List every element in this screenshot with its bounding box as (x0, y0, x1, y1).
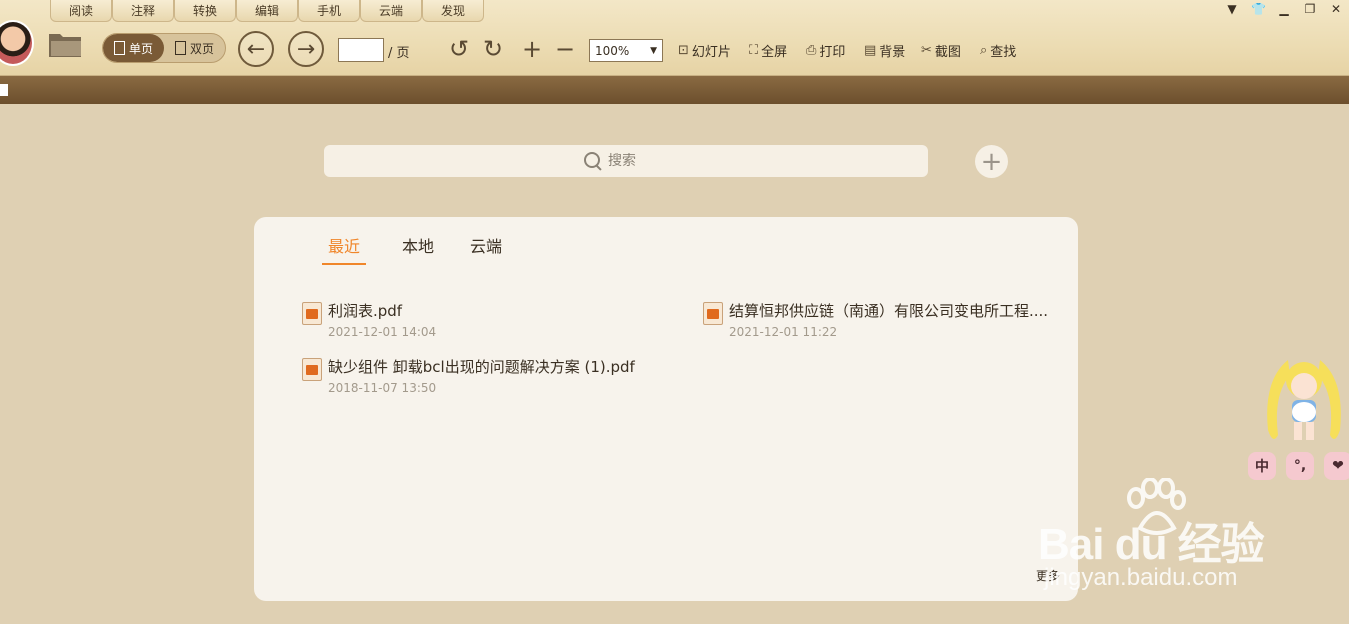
file-name: 缺少组件 卸载bcl出现的问题解决方案 (1).pdf (328, 358, 635, 376)
recent-files-panel: 最近 本地 云端 利润表.pdf 2021-12-01 14:04 结算恒邦供应… (254, 217, 1078, 601)
chevron-down-icon: ▼ (650, 45, 657, 56)
add-file-button[interactable]: + (975, 145, 1008, 178)
previous-page-button[interactable]: ← (238, 31, 274, 67)
plus-icon: + (980, 146, 1003, 177)
status-bar (0, 76, 1349, 104)
file-name: 结算恒邦供应链（南通）有限公司变电所工程.... (729, 302, 1049, 320)
close-icon[interactable]: ✕ (1329, 2, 1343, 16)
menu-tab-edit[interactable]: 编辑 (236, 0, 298, 22)
ime-chinese-button[interactable]: 中 (1248, 452, 1276, 480)
pdf-file-icon (302, 302, 322, 325)
window-controls: ▼ 👕 ▁ ❐ ✕ (1225, 2, 1343, 16)
tab-cloud[interactable]: 云端 (470, 233, 502, 265)
page-suffix: / 页 (388, 46, 410, 61)
file-date: 2021-12-01 11:22 (729, 325, 838, 339)
slideshow-button[interactable]: ⊡ 幻灯片 (678, 41, 731, 60)
single-page-icon (113, 41, 125, 55)
menu-tab-cloud[interactable]: 云端 (360, 0, 422, 22)
screenshot-label: 截图 (934, 45, 961, 60)
tab-recent[interactable]: 最近 (322, 233, 367, 265)
view-mode-toggle: 单页 双页 (102, 33, 226, 63)
zoom-out-icon[interactable]: − (552, 34, 578, 64)
menu-tab-mobile[interactable]: 手机 (298, 0, 360, 22)
open-folder-icon[interactable] (48, 30, 82, 58)
pdf-file-icon (703, 302, 723, 325)
arrow-left-icon: ← (246, 36, 266, 62)
tab-local[interactable]: 本地 (402, 233, 434, 265)
mascot-character-icon (1267, 360, 1341, 440)
double-page-icon (174, 41, 186, 55)
list-item[interactable]: 结算恒邦供应链（南通）有限公司变电所工程.... 2021-12-01 11:2… (703, 300, 1048, 339)
fullscreen-button[interactable]: ⛶ 全屏 (749, 41, 787, 60)
library-tabs: 最近 本地 云端 (322, 233, 502, 265)
zoom-value: 100% (595, 43, 630, 58)
slideshow-label: 幻灯片 (691, 45, 731, 60)
search-icon (584, 152, 602, 170)
menu-tab-read[interactable]: 阅读 (50, 0, 112, 22)
menu-tab-convert[interactable]: 转换 (174, 0, 236, 22)
pdf-file-icon (302, 358, 322, 381)
menu-tab-annotate[interactable]: 注释 (112, 0, 174, 22)
search-icon: ⌕ (980, 43, 988, 58)
single-page-button[interactable]: 单页 (103, 34, 164, 62)
ime-punctuation-button[interactable]: °, (1286, 452, 1314, 480)
fullscreen-icon: ⛶ (749, 43, 759, 58)
next-page-button[interactable]: → (288, 31, 324, 67)
background-button[interactable]: ▤ 背景 (864, 41, 905, 60)
more-link[interactable]: 更多 (1036, 567, 1060, 584)
menu-tab-discover[interactable]: 发现 (422, 0, 484, 22)
ime-toolbar: 中 °, ❤ (1248, 452, 1349, 480)
sidebar-handle-icon[interactable] (0, 84, 8, 96)
projector-icon: ⊡ (678, 43, 689, 58)
print-button[interactable]: ⎙ 打印 (806, 41, 845, 60)
find-label: 查找 (990, 45, 1017, 60)
file-name: 利润表.pdf (328, 302, 403, 320)
avatar[interactable] (0, 20, 34, 66)
screenshot-button[interactable]: ✂ 截图 (921, 41, 961, 60)
background-icon: ▤ (864, 43, 877, 58)
page-number-input[interactable] (338, 38, 384, 62)
background-label: 背景 (879, 45, 906, 60)
minimize-icon[interactable]: ▁ (1277, 2, 1291, 16)
skin-icon[interactable]: 👕 (1251, 2, 1266, 16)
restore-icon[interactable]: ❐ (1303, 2, 1317, 16)
print-label: 打印 (819, 45, 846, 60)
zoom-in-icon[interactable]: + (519, 34, 545, 64)
rotate-left-icon[interactable]: ↺ (446, 34, 472, 64)
zoom-select[interactable]: 100% ▼ (589, 39, 663, 62)
double-page-label: 双页 (189, 41, 214, 56)
arrow-right-icon: → (296, 36, 316, 62)
toolbar-area: 阅读 注释 转换 编辑 手机 云端 发现 ▼ 👕 ▁ ❐ ✕ 单页 双页 ← →… (0, 0, 1349, 76)
ime-heart-button[interactable]: ❤ (1324, 452, 1349, 480)
scissors-icon: ✂ (921, 43, 932, 58)
dropdown-menu-icon[interactable]: ▼ (1225, 2, 1239, 16)
find-button[interactable]: ⌕ 查找 (980, 41, 1016, 60)
menu-tabs: 阅读 注释 转换 编辑 手机 云端 发现 (50, 0, 484, 22)
list-item[interactable]: 缺少组件 卸载bcl出现的问题解决方案 (1).pdf 2018-11-07 1… (302, 356, 635, 395)
double-page-button[interactable]: 双页 (164, 34, 225, 62)
file-date: 2018-11-07 13:50 (328, 381, 437, 395)
search-box[interactable] (324, 145, 928, 177)
file-date: 2021-12-01 14:04 (328, 325, 437, 339)
printer-icon: ⎙ (806, 43, 817, 58)
fullscreen-label: 全屏 (761, 45, 788, 60)
single-page-label: 单页 (128, 41, 153, 56)
search-input[interactable] (608, 153, 668, 169)
rotate-right-icon[interactable]: ↻ (480, 34, 506, 64)
list-item[interactable]: 利润表.pdf 2021-12-01 14:04 (302, 300, 436, 339)
paw-logo-icon (1127, 478, 1186, 535)
